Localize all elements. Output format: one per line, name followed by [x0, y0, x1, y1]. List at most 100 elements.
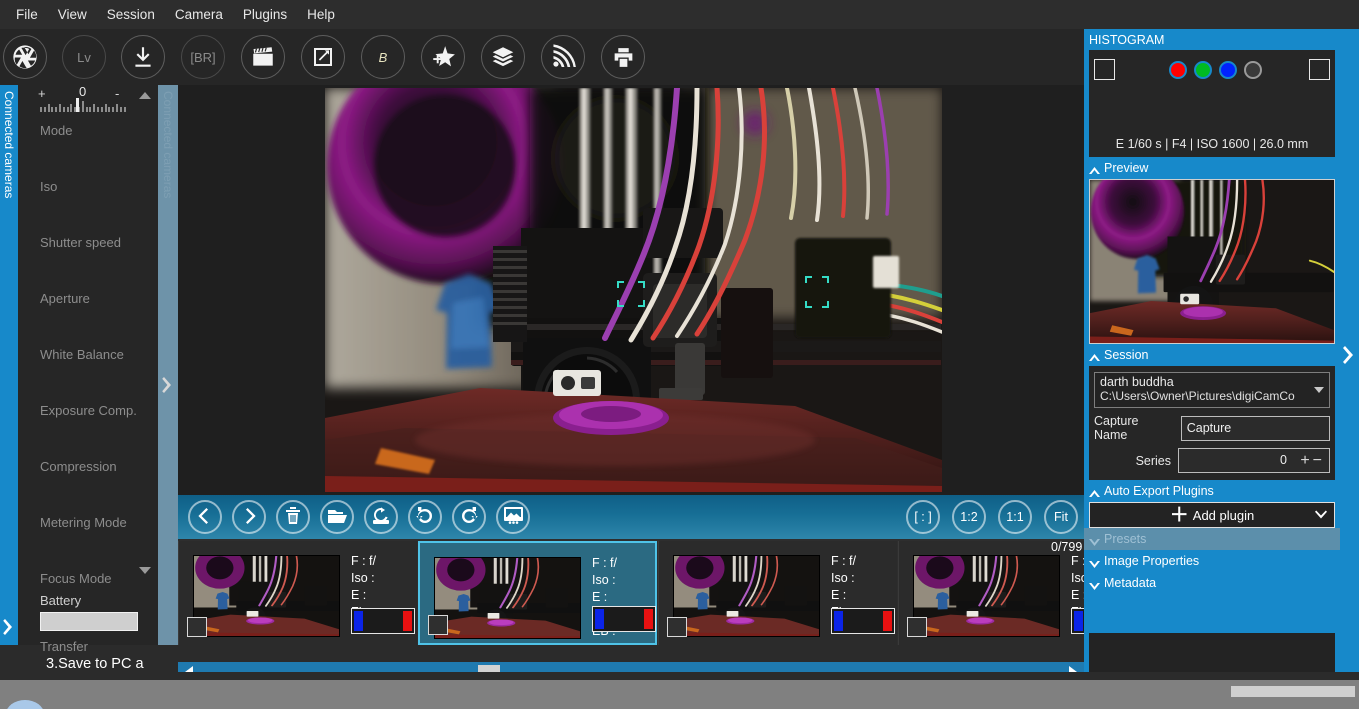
green-channel-toggle[interactable]	[1194, 61, 1212, 79]
digicamcontrol-window: File View Session Camera Plugins Help Lv…	[0, 0, 1359, 709]
series-plus-minus[interactable]: +−	[1300, 449, 1325, 472]
luminance-channel-toggle[interactable]	[1244, 61, 1262, 79]
camera-prop-mode[interactable]: Mode	[18, 119, 158, 175]
red-channel-toggle[interactable]	[1169, 61, 1187, 79]
browse-button[interactable]: [BR]	[181, 35, 225, 79]
chevron-down-icon[interactable]	[1314, 387, 1324, 393]
histogram-box[interactable]: E 1/60 s | F4 | ISO 1600 | 26.0 mm	[1089, 50, 1335, 157]
thumbnail-checkbox[interactable]	[907, 617, 927, 637]
open-folder-button[interactable]	[320, 500, 354, 534]
main-photo[interactable]	[325, 88, 942, 492]
timelapse-button[interactable]	[241, 35, 285, 79]
image-properties-section-header[interactable]: Image Properties	[1084, 550, 1340, 572]
camera-prop-metering-mode[interactable]: Metering Mode	[18, 511, 158, 567]
preview-section-header[interactable]: Preview	[1084, 157, 1340, 179]
thumbnail-image[interactable]	[913, 555, 1060, 637]
filmstrip-thumbnail[interactable]: F : f/Iso :E :FL :EB :	[178, 541, 417, 645]
astronomy-button[interactable]	[421, 35, 465, 79]
menu-item-help[interactable]: Help	[297, 0, 345, 29]
image-viewer-stage[interactable]	[178, 85, 1084, 495]
thumbnail-checkbox[interactable]	[428, 615, 448, 635]
session-selector[interactable]: darth buddha C:\Users\Owner\Pictures\dig…	[1094, 372, 1330, 408]
desktop-scrollbar[interactable]	[1231, 686, 1355, 697]
auto-export-plugins-section-header[interactable]: Auto Export Plugins	[1084, 480, 1340, 502]
thumbnail-image[interactable]	[434, 557, 581, 639]
menu-item-view[interactable]: View	[48, 0, 97, 29]
exp-tick	[62, 107, 65, 112]
chevron-down-icon[interactable]	[1315, 509, 1327, 521]
thumbnail-image[interactable]	[673, 555, 820, 637]
zoom-fill-button[interactable]: [ : ]	[906, 500, 940, 534]
connected-cameras-label: Connected cameras	[2, 91, 16, 199]
blue-channel-toggle[interactable]	[1219, 61, 1237, 79]
wifi-button[interactable]	[541, 35, 585, 79]
live-view-button[interactable]: Lv	[62, 35, 106, 79]
menu-item-plugins[interactable]: Plugins	[233, 0, 297, 29]
restore-button[interactable]	[364, 500, 398, 534]
minus-icon[interactable]: −	[1313, 452, 1325, 469]
chevron-right-icon[interactable]	[161, 375, 175, 395]
clapperboard-icon	[250, 44, 276, 70]
capture-button[interactable]	[3, 35, 47, 79]
thumbnail-meta-line: E :	[831, 588, 847, 602]
rotate-left-button[interactable]	[408, 500, 442, 534]
exp-tick	[43, 107, 46, 112]
session-section-header[interactable]: Session	[1084, 344, 1340, 366]
menu-item-file[interactable]: File	[6, 0, 48, 29]
camera-prop-shutter-speed[interactable]: Shutter speed	[18, 231, 158, 287]
preview-thumbnail[interactable]	[1089, 179, 1335, 344]
presets-section-header[interactable]: Presets	[1084, 528, 1340, 550]
scroll-up-arrow-icon[interactable]	[139, 92, 151, 99]
camera-prop-focus-mode[interactable]: Focus Mode	[18, 567, 158, 593]
metadata-section-header[interactable]: Metadata	[1084, 572, 1340, 594]
filmstrip-thumbnail[interactable]: F : f/Iso :E :FL :EB :	[658, 541, 897, 645]
filmstrip[interactable]: F : f/Iso :E :FL :EB : F : f/Iso :E :FL …	[178, 539, 1359, 645]
capture-name-input[interactable]: Capture	[1180, 415, 1330, 441]
menu-item-camera[interactable]: Camera	[165, 0, 233, 29]
exp-tick	[47, 104, 50, 112]
download-button[interactable]	[121, 35, 165, 79]
camera-prop-iso[interactable]: Iso	[18, 175, 158, 231]
plus-icon[interactable]: +	[1300, 452, 1312, 469]
print-button[interactable]	[601, 35, 645, 79]
camera-prop-white-balance[interactable]: White Balance	[18, 343, 158, 399]
previous-image-button[interactable]	[188, 500, 222, 534]
add-plugin-button[interactable]: ＋ Add plugin	[1089, 502, 1335, 528]
bracketing-button[interactable]	[481, 35, 525, 79]
exposure-compensation-slider[interactable]: + 0 -	[18, 84, 158, 119]
camera-prop-exposure-comp[interactable]: Exposure Comp.	[18, 399, 158, 455]
camera-prop-aperture[interactable]: Aperture	[18, 287, 158, 343]
panel-splitter[interactable]: Connected cameras	[158, 85, 178, 645]
connected-cameras-tab[interactable]: Connected cameras	[0, 85, 18, 645]
series-stepper[interactable]: 0 +−	[1178, 448, 1330, 473]
filmstrip-thumbnail[interactable]: F : f/Iso :E :FL :EB :	[418, 541, 657, 645]
exposure-bar	[831, 608, 895, 634]
rotate-ccw-icon	[416, 506, 434, 528]
delete-image-button[interactable]	[276, 500, 310, 534]
zoom-fit-label: Fit	[1054, 510, 1068, 524]
external-viewer-button[interactable]	[301, 35, 345, 79]
next-image-button[interactable]	[232, 500, 266, 534]
thumbnail-checkbox[interactable]	[187, 617, 207, 637]
session-section-label: Session	[1104, 348, 1149, 362]
right-panel-collapse-tab[interactable]	[1340, 29, 1359, 680]
histogram-highlight-clip-toggle[interactable]	[1309, 59, 1330, 80]
thumbnail-image[interactable]	[193, 555, 340, 637]
menu-item-session[interactable]: Session	[97, 0, 165, 29]
scroll-down-arrow-icon[interactable]	[139, 567, 151, 574]
rotate-right-button[interactable]	[452, 500, 486, 534]
camera-prop-metering-label: Metering Mode	[40, 515, 127, 530]
start-orb-icon[interactable]	[6, 700, 44, 709]
camera-prop-compression[interactable]: Compression	[18, 455, 158, 511]
camera-prop-focus-label: Focus Mode	[40, 571, 112, 586]
zoom-half-button[interactable]: 1:2	[952, 500, 986, 534]
chevron-up-icon	[1089, 351, 1100, 361]
zoom-actual-button[interactable]: 1:1	[998, 500, 1032, 534]
zoom-fit-button[interactable]: Fit	[1044, 500, 1078, 534]
exp-knob[interactable]	[76, 98, 79, 112]
thumbnail-checkbox[interactable]	[667, 617, 687, 637]
histogram-shadow-clip-toggle[interactable]	[1094, 59, 1115, 80]
transfer-value[interactable]: 3.Save to PC a	[18, 654, 158, 672]
image-settings-button[interactable]	[496, 500, 530, 534]
bulb-button[interactable]: B	[361, 35, 405, 79]
